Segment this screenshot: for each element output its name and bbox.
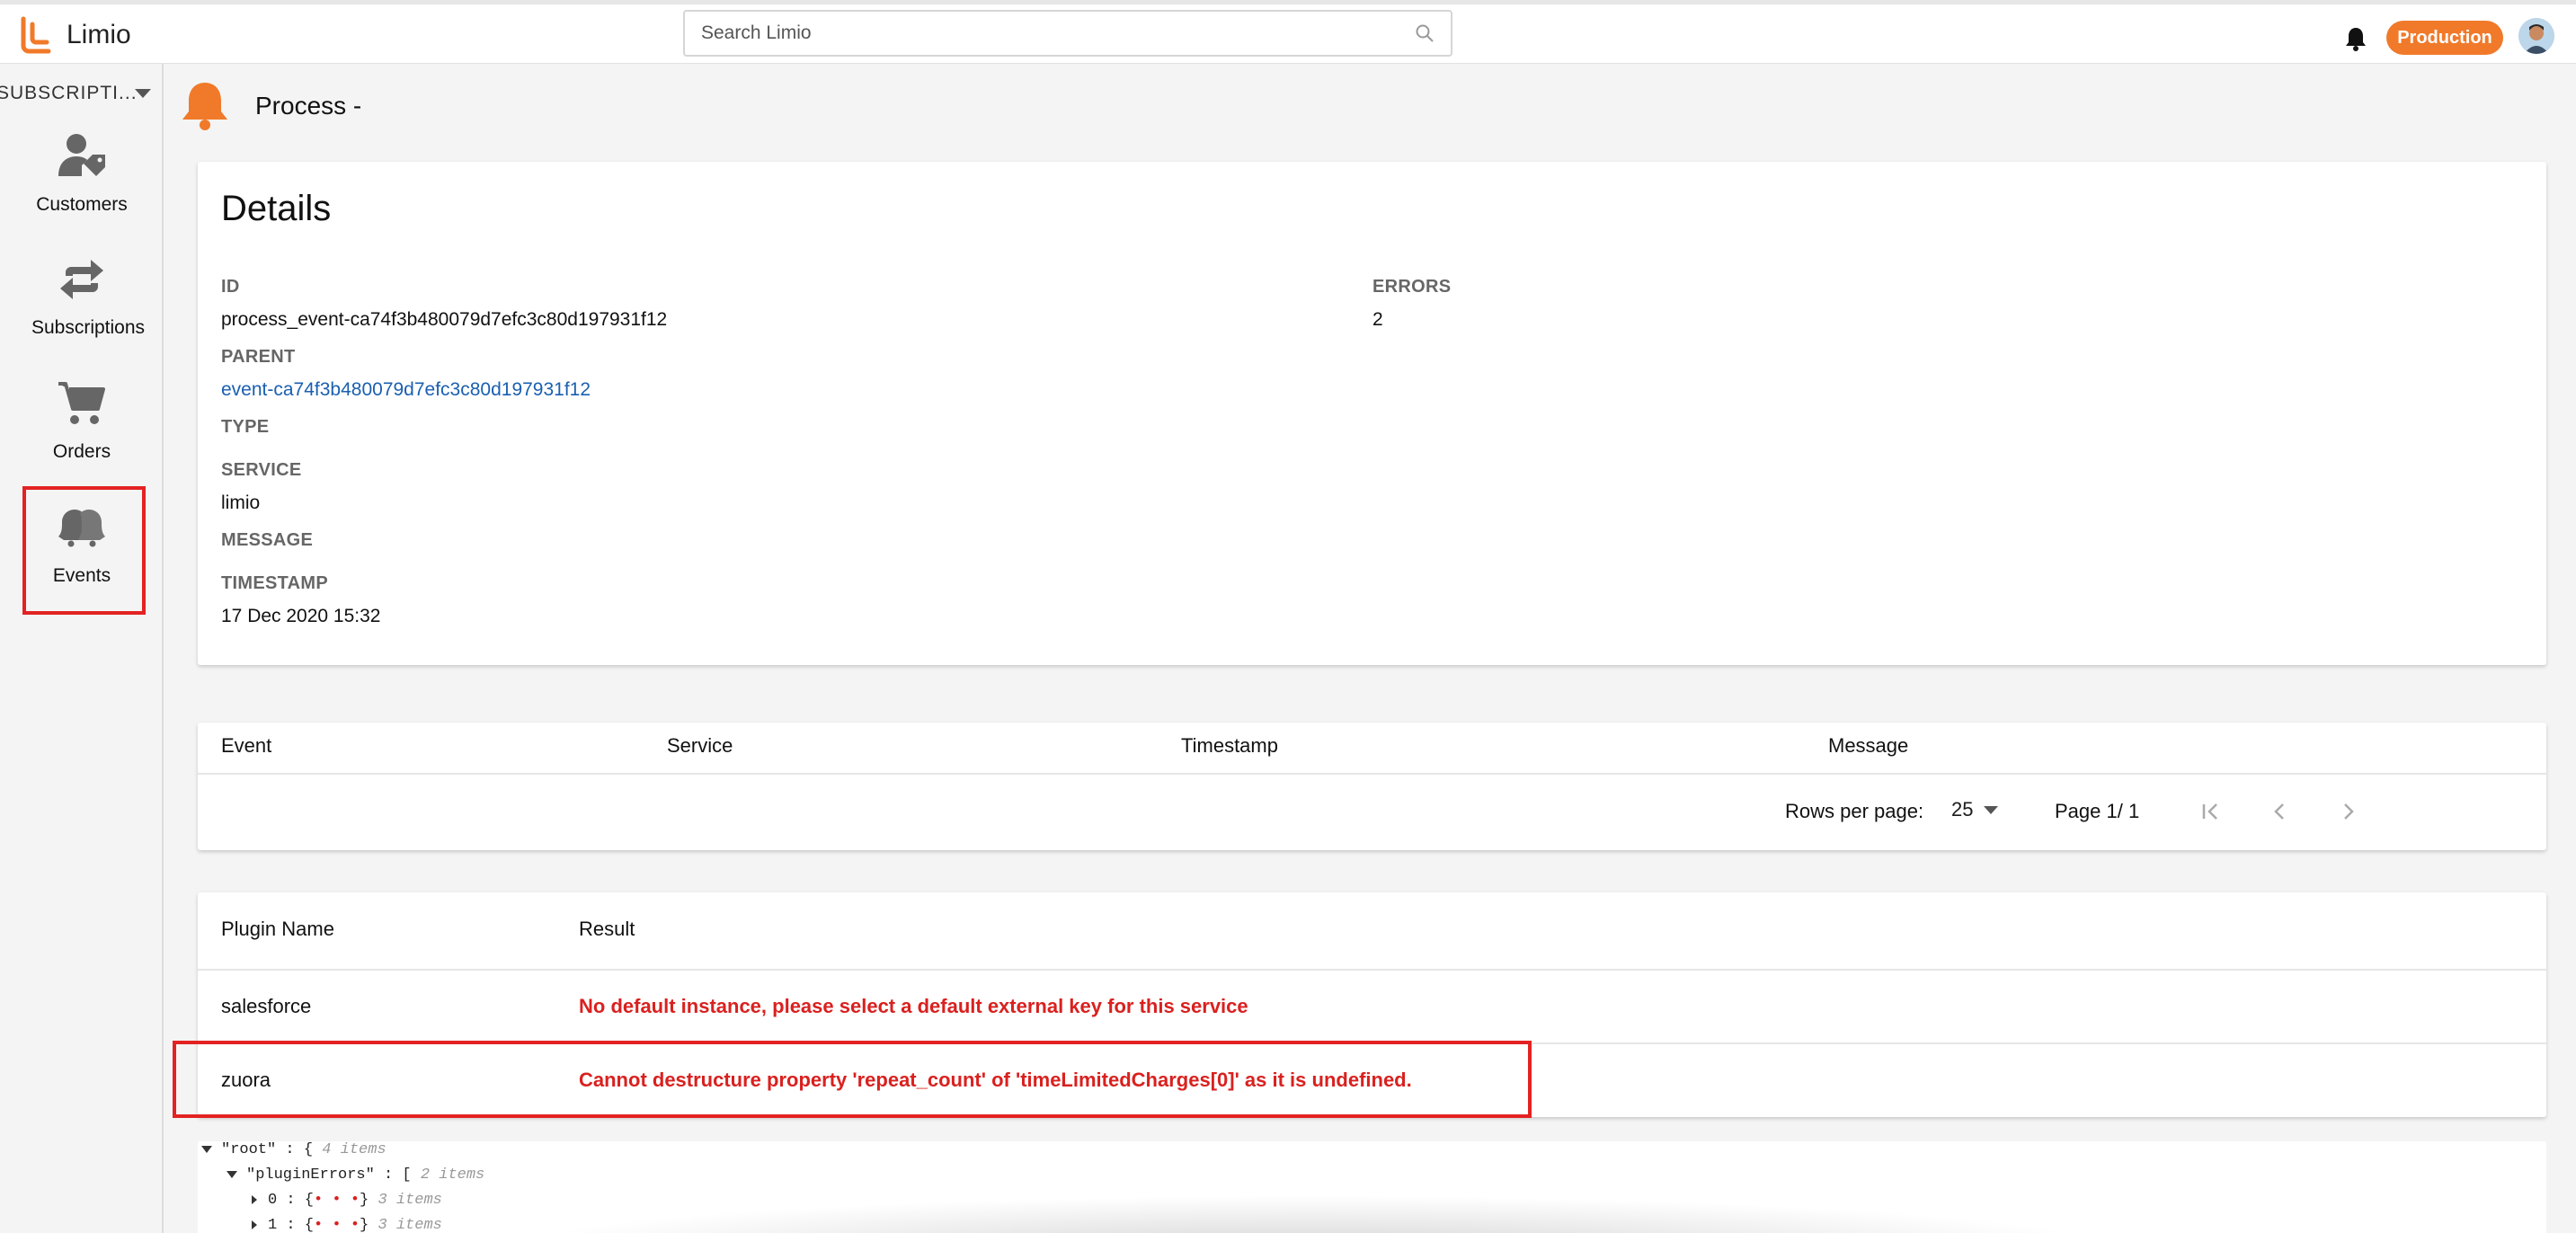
column-header-event[interactable]: Event [221, 734, 271, 758]
header-divider [198, 969, 2546, 971]
collapse-caret-icon[interactable] [227, 1170, 237, 1178]
events-highlight-box [22, 486, 146, 615]
json-item-0-node[interactable]: 0 : {• • •} 3 items [252, 1192, 442, 1209]
notifications-bell-icon[interactable] [2341, 24, 2370, 53]
details-card: Details ID process_event-ca74f3b480079d7… [198, 162, 2546, 665]
search-box[interactable] [683, 10, 1452, 57]
sidebar-item-orders[interactable]: Orders [0, 378, 164, 463]
customer-icon [58, 134, 105, 176]
sidebar-item-label: Subscriptions [31, 317, 146, 338]
service-label: SERVICE [221, 460, 302, 480]
limio-logo-icon [21, 16, 51, 54]
events-table: Event Service Timestamp Message Rows per… [198, 723, 2546, 850]
environment-badge[interactable]: Production [2386, 21, 2503, 55]
cart-icon [58, 382, 105, 424]
previous-page-icon[interactable] [2264, 796, 2295, 827]
column-header-plugin-name: Plugin Name [221, 918, 334, 940]
sidebar-item-customers[interactable]: Customers [0, 131, 164, 216]
zuora-error-highlight-box [173, 1041, 1532, 1118]
parent-link[interactable]: event-ca74f3b480079d7efc3c80d197931f12 [221, 379, 591, 400]
search-icon[interactable] [1415, 23, 1435, 43]
json-plugin-errors-node[interactable]: "pluginErrors" : [ 2 items [227, 1166, 484, 1184]
rows-per-page-label: Rows per page: [1785, 800, 1924, 822]
user-avatar[interactable] [2518, 18, 2554, 54]
chevron-down-icon [1984, 805, 1999, 814]
id-label: ID [221, 277, 240, 297]
timestamp-label: TIMESTAMP [221, 573, 328, 593]
subscriptions-icon [60, 260, 103, 299]
app-logo[interactable]: Limio [18, 15, 131, 55]
message-label: MESSAGE [221, 530, 314, 550]
column-header-service[interactable]: Service [667, 734, 733, 758]
first-page-icon[interactable] [2195, 796, 2225, 827]
header-divider [198, 773, 2546, 775]
sidebar-item-label: Customers [36, 194, 128, 215]
errors-value: 2 [1372, 309, 1383, 330]
page-indicator: Page 1/ 1 [2055, 800, 2140, 822]
top-bar: Limio Production [0, 0, 2576, 64]
chevron-down-icon[interactable] [135, 89, 151, 98]
section-dropdown-label: SUBSCRIPTI... [0, 83, 138, 103]
page-bell-icon [182, 83, 227, 130]
next-page-icon[interactable] [2333, 796, 2364, 827]
json-root-node[interactable]: "root" : { 4 items [201, 1141, 386, 1158]
bottom-shadow [503, 1195, 2121, 1233]
section-dropdown[interactable]: SUBSCRIPTI... [0, 80, 164, 107]
sidebar-item-subscriptions[interactable]: Subscriptions [0, 254, 164, 339]
errors-label: ERRORS [1372, 277, 1452, 297]
expand-caret-icon[interactable] [252, 1220, 257, 1229]
column-header-result: Result [579, 918, 635, 940]
plugin-name-cell: salesforce [221, 995, 312, 1017]
type-label: TYPE [221, 417, 270, 437]
sidebar-item-label: Orders [52, 441, 111, 462]
app-name: Limio [67, 20, 131, 49]
user-avatar-icon [2518, 18, 2554, 54]
expand-caret-icon[interactable] [252, 1194, 257, 1204]
json-item-1-node[interactable]: 1 : {• • •} 3 items [252, 1217, 442, 1233]
plugin-result-cell: No default instance, please select a def… [579, 995, 1248, 1017]
details-heading: Details [221, 189, 332, 228]
search-input[interactable] [701, 22, 1415, 44]
timestamp-value: 17 Dec 2020 15:32 [221, 606, 381, 626]
id-value: process_event-ca74f3b480079d7efc3c80d197… [221, 309, 668, 330]
service-value: limio [221, 492, 261, 513]
rows-per-page-select[interactable]: 25 [1951, 798, 1999, 821]
column-header-message[interactable]: Message [1828, 734, 1908, 758]
page-title: Process - [255, 92, 362, 120]
column-header-timestamp[interactable]: Timestamp [1181, 734, 1278, 758]
parent-label: PARENT [221, 347, 296, 367]
sidebar: SUBSCRIPTI... Customers Subscriptions Or… [0, 64, 164, 1233]
rows-per-page-value: 25 [1951, 798, 1974, 821]
collapse-caret-icon[interactable] [201, 1145, 212, 1153]
